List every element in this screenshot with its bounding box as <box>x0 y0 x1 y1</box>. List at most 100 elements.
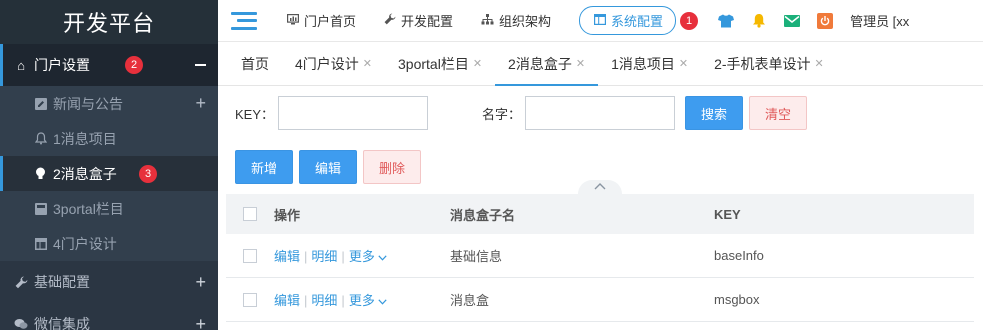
close-icon[interactable]: ✕ <box>679 57 688 70</box>
nav-org-structure[interactable]: 组织架构 <box>481 11 551 30</box>
add-button[interactable]: 新增 <box>235 150 293 184</box>
more-label: 更多 <box>348 249 375 264</box>
name-label: 名字： <box>482 106 522 122</box>
edit-button[interactable]: 编辑 <box>299 150 357 184</box>
edit-link[interactable]: 编辑 <box>274 293 300 308</box>
notification-badge: 1 <box>680 11 699 30</box>
nav-portal-home[interactable]: 门户首页 <box>287 11 356 30</box>
sidebar-item-message-items[interactable]: 1消息项目 <box>0 121 218 156</box>
tab-mobile-form-design[interactable]: 2-手机表单设计 ✕ <box>701 42 837 85</box>
layout-icon <box>34 237 47 250</box>
table-row: 编辑 | 明细 | 更多 消息盒 msgbox <box>226 278 974 322</box>
expand-icon[interactable]: + <box>195 93 206 114</box>
sidebar-item-news[interactable]: 新闻与公告 + <box>0 86 218 121</box>
tab-home[interactable]: 首页 <box>228 42 282 85</box>
expand-icon[interactable]: + <box>195 314 206 330</box>
tab-label: 1消息项目 <box>611 55 675 72</box>
tab-label: 首页 <box>241 55 269 72</box>
sidebar-item-label: 新闻与公告 <box>53 95 123 112</box>
sidebar-item-label: 4门户设计 <box>53 235 117 252</box>
notification-badge: 3 <box>139 164 157 183</box>
detail-link[interactable]: 明细 <box>311 249 337 264</box>
top-navbar: 门户首页 开发配置 组织架构 系统配置 1 管理员 [xx <box>218 0 983 42</box>
chevron-down-icon <box>378 249 388 264</box>
nav-system-config[interactable]: 系统配置 <box>579 6 677 35</box>
more-dropdown[interactable]: 更多 <box>349 249 388 264</box>
monitor-icon <box>287 13 300 28</box>
sidebar-group-label: 门户设置 <box>34 57 90 73</box>
tab-label: 3portal栏目 <box>398 55 469 72</box>
edit-icon <box>34 97 47 110</box>
close-icon[interactable]: ✕ <box>815 57 824 70</box>
search-form: KEY： 名字： 搜索 清空 <box>218 95 983 131</box>
sidebar-sub-list: 新闻与公告 + 1消息项目 2消息盒子 3 3portal栏目 4门户设计 <box>0 86 218 261</box>
home-icon: ⌂ <box>17 57 25 73</box>
row-ops: 编辑 | 明细 | 更多 <box>274 290 450 309</box>
key-input[interactable] <box>278 96 429 130</box>
chevron-up-icon <box>594 181 606 193</box>
name-input[interactable] <box>525 96 676 130</box>
delete-button[interactable]: 删除 <box>363 150 421 184</box>
row-checkbox[interactable] <box>243 292 257 307</box>
close-icon[interactable]: ✕ <box>473 57 482 70</box>
action-toolbar: 新增 编辑 删除 <box>218 150 983 184</box>
close-icon[interactable]: ✕ <box>363 57 372 70</box>
close-icon[interactable]: ✕ <box>576 57 585 70</box>
tab-label: 2-手机表单设计 <box>714 55 811 72</box>
sidebar-item-label: 3portal栏目 <box>53 200 124 217</box>
cell-name: 消息盒 <box>450 293 490 308</box>
table-header: 操作 消息盒子名 KEY <box>226 194 974 234</box>
search-button[interactable]: 搜索 <box>685 96 744 130</box>
expand-icon[interactable]: + <box>195 272 206 293</box>
detail-link[interactable]: 明细 <box>311 293 337 308</box>
sidebar-group-wechat[interactable]: 微信集成 + <box>0 303 218 330</box>
wechat-icon <box>14 317 28 330</box>
collapse-search-toggle[interactable] <box>578 180 622 194</box>
sidebar-group-label: 基础配置 <box>34 274 90 290</box>
tab-message-box[interactable]: 2消息盒子 ✕ <box>495 42 599 86</box>
select-all-checkbox[interactable] <box>243 207 257 221</box>
page-tabs: 首页 4门户设计 ✕ 3portal栏目 ✕ 2消息盒子 ✕ 1消息项目 ✕ 2… <box>218 42 983 86</box>
table-icon <box>594 13 607 28</box>
sidebar-group-portal-settings[interactable]: ⌂ 门户设置 2 <box>0 44 218 86</box>
edit-link[interactable]: 编辑 <box>274 249 300 264</box>
key-label: KEY： <box>235 106 275 122</box>
mail-icon[interactable] <box>784 13 801 29</box>
user-menu[interactable]: 管理员 [xx <box>850 11 909 30</box>
menu-toggle-icon[interactable] <box>231 11 257 30</box>
tab-portal-design[interactable]: 4门户设计 ✕ <box>282 42 385 85</box>
sidebar-item-label: 1消息项目 <box>53 130 117 147</box>
sidebar-item-portal-columns[interactable]: 3portal栏目 <box>0 191 218 226</box>
bell-outline-icon <box>34 132 47 145</box>
nav-dev-config[interactable]: 开发配置 <box>384 11 453 30</box>
nav-label: 门户首页 <box>304 14 357 29</box>
collapse-icon[interactable] <box>195 64 206 66</box>
sidebar-group-basic-config[interactable]: 基础配置 + <box>0 261 218 303</box>
sidebar-item-label: 2消息盒子 <box>53 165 117 182</box>
sidebar-item-portal-design[interactable]: 4门户设计 <box>0 226 218 261</box>
notification-badge: 2 <box>125 56 143 74</box>
header-op: 操作 <box>274 207 301 223</box>
more-dropdown[interactable]: 更多 <box>349 293 388 308</box>
header-name: 消息盒子名 <box>450 207 516 223</box>
more-label: 更多 <box>348 293 375 308</box>
bell-icon[interactable] <box>751 13 767 29</box>
tab-portal-columns[interactable]: 3portal栏目 ✕ <box>385 42 495 85</box>
sitemap-icon <box>481 13 494 28</box>
lightbulb-icon <box>34 167 47 180</box>
tab-message-items[interactable]: 1消息项目 ✕ <box>598 42 701 85</box>
nav-label: 开发配置 <box>401 14 454 29</box>
table-row: 编辑 | 明细 | 更多 基础信息 baseInfo <box>226 234 974 278</box>
sidebar-item-message-box[interactable]: 2消息盒子 3 <box>0 156 218 191</box>
cell-key: baseInfo <box>714 248 764 263</box>
cell-name: 基础信息 <box>450 249 503 264</box>
clear-button[interactable]: 清空 <box>749 96 808 130</box>
header-key: KEY <box>714 206 741 222</box>
wrench-icon <box>384 13 396 28</box>
brand-title: 开发平台 <box>0 0 218 44</box>
sidebar: 开发平台 ⌂ 门户设置 2 新闻与公告 + 1消息项目 2消息盒子 3 3por… <box>0 0 218 330</box>
power-icon[interactable] <box>817 12 834 29</box>
inbox-icon <box>34 202 47 215</box>
tshirt-icon[interactable] <box>718 13 735 29</box>
row-checkbox[interactable] <box>243 248 257 263</box>
